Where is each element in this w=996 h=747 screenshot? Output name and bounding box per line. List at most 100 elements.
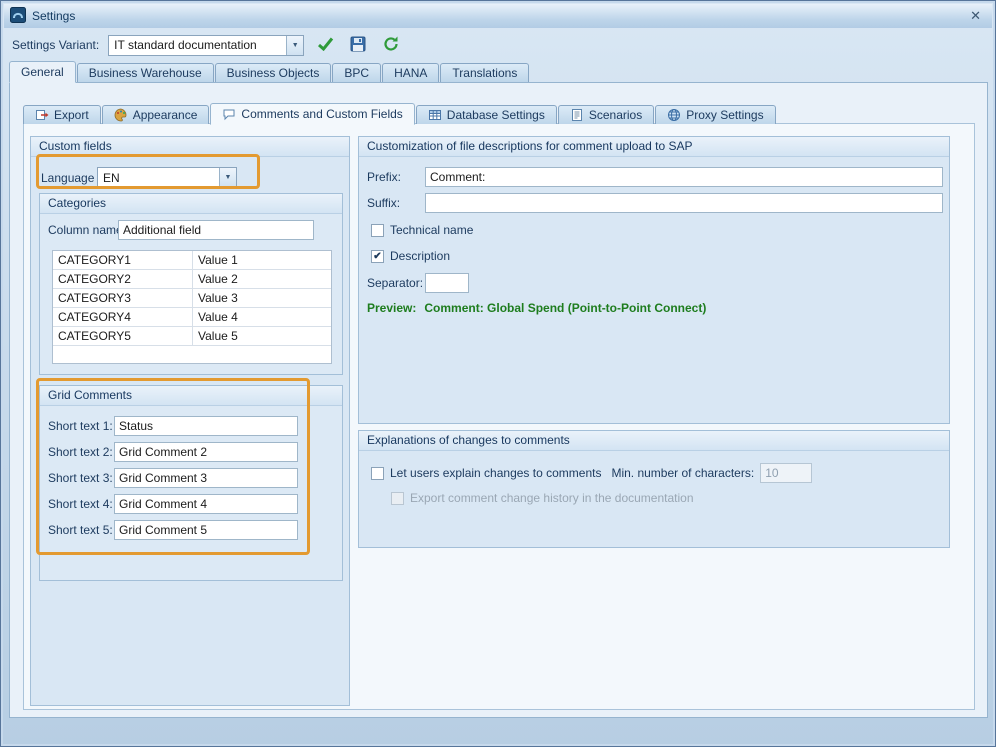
preview-row: Preview: Comment: Global Spend (Point-to… [367, 301, 706, 315]
category-value-cell: Value 1 [193, 251, 331, 269]
sap-upload-group: Customization of file descriptions for c… [358, 136, 950, 424]
technical-name-checkbox[interactable] [371, 224, 384, 237]
category-row[interactable]: CATEGORY2 Value 2 [53, 270, 331, 289]
categories-title: Categories [40, 194, 342, 214]
close-button[interactable]: ✕ [965, 8, 986, 24]
category-key-cell: CATEGORY4 [53, 308, 193, 326]
tab-general[interactable]: General [9, 61, 76, 83]
technical-name-label: Technical name [390, 223, 473, 237]
short-text-3-label: Short text 3: [48, 471, 114, 485]
refresh-icon [383, 36, 400, 55]
window-title: Settings [32, 9, 75, 23]
save-button[interactable] [346, 33, 370, 57]
category-key-cell: CATEGORY1 [53, 251, 193, 269]
short-text-4-row: Short text 4: [48, 494, 298, 514]
comments-and-custom-fields-page: Custom fields Language EN ▼ Categories C… [23, 123, 975, 710]
short-text-1-label: Short text 1: [48, 419, 114, 433]
tab-translations[interactable]: Translations [440, 63, 529, 82]
categories-table[interactable]: CATEGORY1 Value 1 CATEGORY2 Value 2 CATE… [52, 250, 332, 364]
short-text-3-row: Short text 3: [48, 468, 298, 488]
tab-bpc[interactable]: BPC [332, 63, 381, 82]
description-checkbox[interactable]: ✔ [371, 250, 384, 263]
category-key-cell: CATEGORY2 [53, 270, 193, 288]
language-label: Language [41, 171, 97, 185]
description-label: Description [390, 249, 450, 263]
category-row[interactable]: CATEGORY5 Value 5 [53, 327, 331, 346]
subtab-database-settings[interactable]: Database Settings [416, 105, 557, 124]
preview-label: Preview: [367, 301, 416, 315]
chevron-down-icon[interactable]: ▼ [286, 36, 303, 55]
category-key-cell: CATEGORY3 [53, 289, 193, 307]
check-icon [317, 36, 334, 54]
column-name-row: Column name: [48, 220, 314, 240]
sub-tab-strip: Export Appearance Comments and Custom Fi… [23, 101, 777, 124]
titlebar[interactable]: Settings ✕ [4, 4, 992, 28]
settings-variant-combo[interactable]: IT standard documentation ▼ [108, 35, 304, 56]
language-value: EN [98, 171, 219, 185]
short-text-1-input[interactable] [114, 416, 298, 436]
short-text-5-input[interactable] [114, 520, 298, 540]
subtab-export[interactable]: Export [23, 105, 101, 124]
short-text-2-input[interactable] [114, 442, 298, 462]
app-icon [10, 7, 26, 26]
sap-upload-title: Customization of file descriptions for c… [359, 137, 949, 157]
tab-hana[interactable]: HANA [382, 63, 439, 82]
subtab-comments-and-custom-fields[interactable]: Comments and Custom Fields [210, 103, 414, 125]
save-icon [350, 36, 366, 55]
category-row[interactable]: CATEGORY4 Value 4 [53, 308, 331, 327]
category-key-cell: CATEGORY5 [53, 327, 193, 345]
database-icon [428, 108, 442, 122]
category-value-cell: Value 4 [193, 308, 331, 326]
settings-window: Settings ✕ Settings Variant: IT standard… [0, 0, 996, 747]
category-row[interactable]: CATEGORY3 Value 3 [53, 289, 331, 308]
min-chars-input [760, 463, 812, 483]
scenarios-icon [570, 108, 584, 122]
category-row[interactable]: CATEGORY1 Value 1 [53, 251, 331, 270]
export-history-row: Export comment change history in the doc… [391, 491, 694, 505]
grid-comments-title: Grid Comments [40, 386, 342, 406]
preview-text: Comment: Global Spend (Point-to-Point Co… [424, 301, 706, 315]
let-users-explain-checkbox[interactable] [371, 467, 384, 480]
short-text-5-label: Short text 5: [48, 523, 114, 537]
export-history-checkbox [391, 492, 404, 505]
prefix-input[interactable] [425, 167, 943, 187]
prefix-label: Prefix: [367, 170, 425, 184]
custom-fields-group: Custom fields Language EN ▼ Categories C… [30, 136, 350, 706]
toolbar: Settings Variant: IT standard documentat… [4, 29, 992, 61]
category-value-cell: Value 5 [193, 327, 331, 345]
let-users-row: Let users explain changes to comments Mi… [371, 463, 812, 483]
settings-variant-label: Settings Variant: [12, 38, 99, 52]
tab-business-objects[interactable]: Business Objects [215, 63, 332, 82]
category-value-cell: Value 2 [193, 270, 331, 288]
subtab-scenarios[interactable]: Scenarios [558, 105, 654, 124]
description-row: ✔ Description [371, 249, 450, 263]
export-icon [35, 108, 49, 122]
language-row: Language EN ▼ [41, 167, 237, 188]
separator-input[interactable] [425, 273, 469, 293]
prefix-row: Prefix: [367, 167, 943, 187]
appearance-icon [114, 108, 128, 122]
chevron-down-icon[interactable]: ▼ [219, 168, 236, 187]
short-text-2-row: Short text 2: [48, 442, 298, 462]
proxy-icon [667, 108, 681, 122]
tab-business-warehouse[interactable]: Business Warehouse [77, 63, 214, 82]
suffix-row: Suffix: [367, 193, 943, 213]
column-name-label: Column name: [48, 223, 118, 237]
short-text-3-input[interactable] [114, 468, 298, 488]
refresh-button[interactable] [379, 33, 403, 57]
technical-name-row: Technical name [371, 223, 473, 237]
subtab-proxy-settings[interactable]: Proxy Settings [655, 105, 775, 124]
short-text-5-row: Short text 5: [48, 520, 298, 540]
apply-button[interactable] [313, 33, 337, 57]
subtab-appearance[interactable]: Appearance [102, 105, 210, 124]
separator-row: Separator: [367, 273, 469, 293]
explanations-group: Explanations of changes to comments Let … [358, 430, 950, 548]
separator-label: Separator: [367, 276, 425, 290]
column-name-input[interactable] [118, 220, 314, 240]
explanations-title: Explanations of changes to comments [359, 431, 949, 451]
categories-group: Categories Column name: CATEGORY1 Value … [39, 193, 343, 375]
short-text-4-input[interactable] [114, 494, 298, 514]
settings-variant-value: IT standard documentation [109, 38, 286, 52]
suffix-input[interactable] [425, 193, 943, 213]
language-combo[interactable]: EN ▼ [97, 167, 237, 188]
